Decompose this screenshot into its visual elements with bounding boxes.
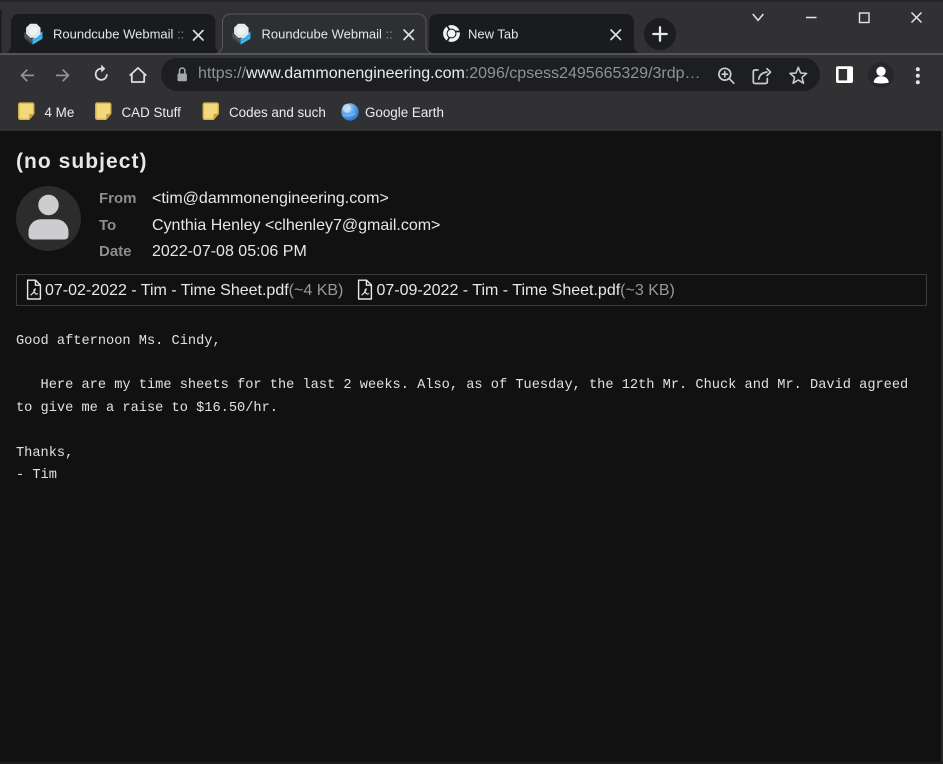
svg-text:New Tab: New Tab [468,27,518,42]
svg-text:Roundcube Webmail ::: Roundcube Webmail :: [53,27,184,42]
svg-text:Roundcube Webmail ::: Roundcube Webmail :: [262,27,393,42]
